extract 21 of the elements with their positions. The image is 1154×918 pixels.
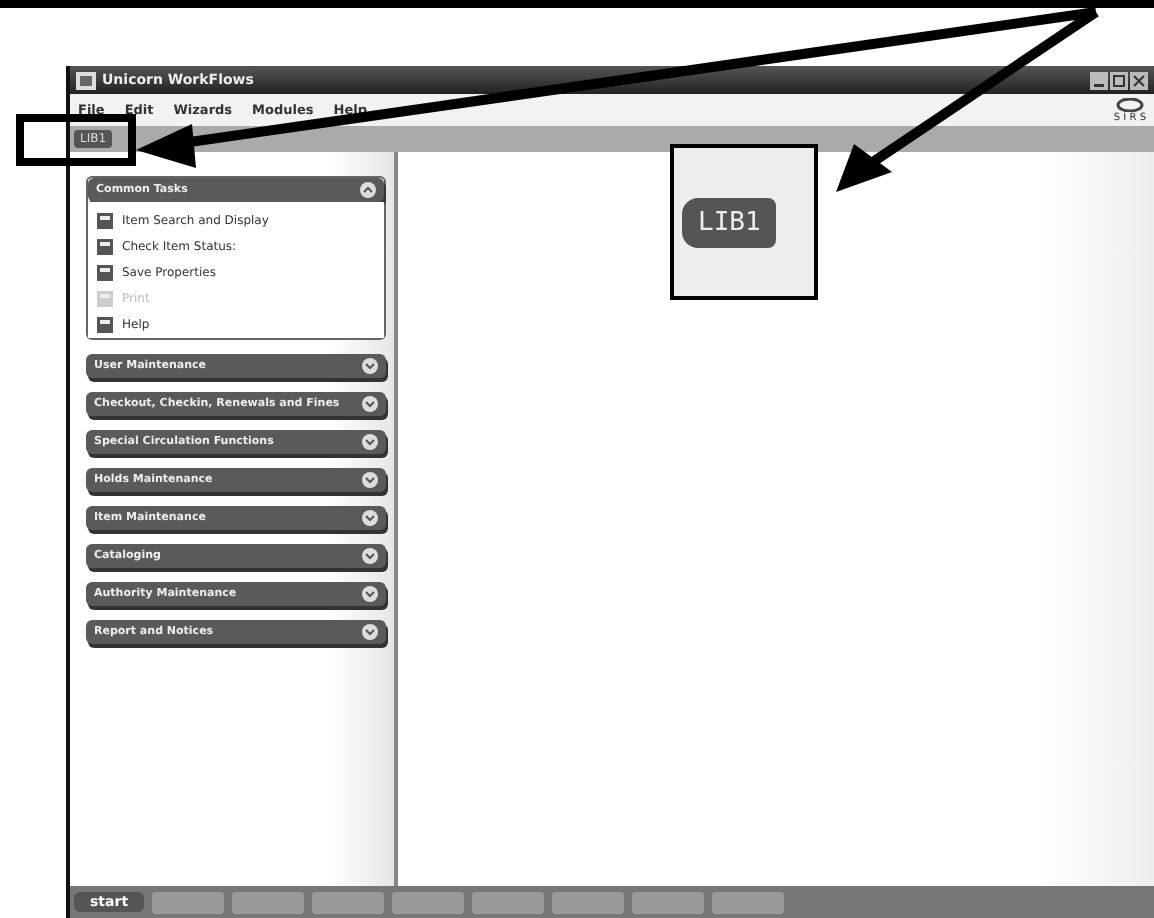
task-icon	[96, 289, 114, 307]
expand-icon[interactable]	[362, 472, 378, 488]
expand-icon[interactable]	[362, 624, 378, 640]
task-icon	[96, 237, 114, 255]
task-icon	[96, 315, 114, 333]
expand-icon[interactable]	[362, 434, 378, 450]
close-icon[interactable]	[1130, 71, 1148, 89]
collapse-icon[interactable]	[360, 182, 376, 198]
maximize-icon[interactable]	[1110, 71, 1128, 89]
task-icon	[96, 263, 114, 281]
expand-icon[interactable]	[362, 586, 378, 602]
tab-closeup: LIB1	[682, 197, 777, 247]
minimize-icon[interactable]	[1090, 71, 1108, 89]
expand-icon[interactable]	[362, 358, 378, 374]
expand-icon[interactable]	[362, 396, 378, 412]
task-icon	[96, 211, 114, 229]
expand-icon[interactable]	[362, 548, 378, 564]
window-icon	[76, 71, 96, 89]
expand-icon[interactable]	[362, 510, 378, 526]
logo-icon	[1115, 97, 1144, 111]
highlight-box	[16, 114, 136, 166]
